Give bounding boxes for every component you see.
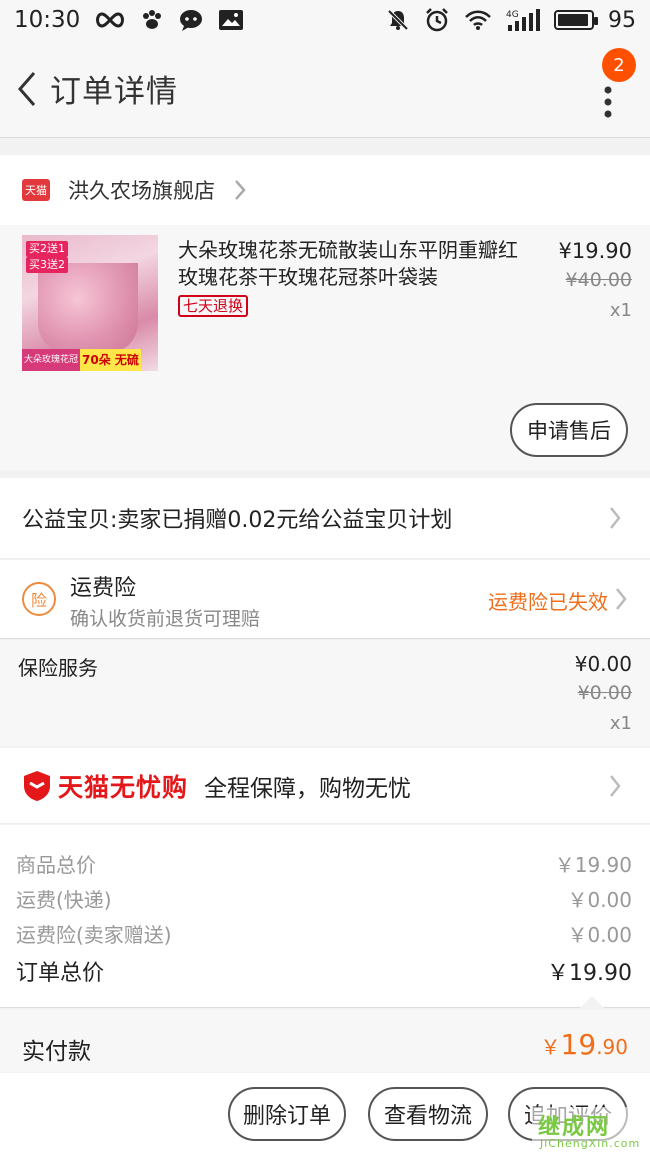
status-bar: 10:30 4G 95 [0, 0, 650, 40]
worry-free-text: 全程保障，购物无忧 [204, 775, 412, 802]
battery-level: 95 [608, 7, 636, 33]
charity-row[interactable]: 公益宝贝:卖家已捐赠0.02元给公益宝贝计划 [0, 478, 650, 559]
shop-row[interactable]: 天猫 洪久农场旗舰店 [0, 155, 650, 225]
product-title: 大朵玫瑰花茶无硫散装山东平阴重瓣红玫瑰花茶干玫瑰花冠茶叶袋装 [178, 238, 518, 289]
service-quantity: x1 [609, 713, 632, 734]
chevron-right-icon [614, 586, 628, 612]
svg-text:4G: 4G [506, 10, 519, 20]
nav-bar: 订单详情 2 [0, 40, 650, 138]
summary-label: 运费险(卖家赠送) [16, 923, 172, 947]
summary-value: ￥19.90 [554, 853, 632, 877]
charity-text: 公益宝贝:卖家已捐赠0.02元给公益宝贝计划 [22, 508, 453, 533]
shop-name: 洪久农场旗舰店 [68, 179, 215, 203]
watermark-url: JiChengXin.com [540, 1137, 641, 1150]
battery-icon [554, 10, 598, 30]
product-price: ¥19.90 [558, 239, 632, 263]
tea-cup-image [38, 263, 138, 353]
summary-value: ￥0.00 [567, 888, 632, 912]
paid-amount-row: 实付款 ￥19.90 [0, 1010, 650, 1072]
summary-value: ￥0.00 [567, 923, 632, 947]
wifi-icon [464, 9, 492, 31]
chat-icon [178, 8, 204, 32]
order-total-label: 订单总价 [16, 961, 105, 986]
paid-label: 实付款 [22, 1039, 91, 1065]
notification-badge: 2 [602, 48, 636, 82]
back-button[interactable] [4, 59, 50, 119]
mute-bell-icon [386, 8, 410, 32]
chevron-right-icon [608, 773, 622, 799]
after-sale-button[interactable]: 申请售后 [510, 403, 628, 457]
insurance-title: 运费险 [70, 576, 137, 601]
paid-amount-integer: 19 [560, 1028, 597, 1061]
summary-row: 商品总价 ￥19.90 [16, 849, 632, 878]
product-item[interactable]: 买2送1 买3送2 大朵玫瑰花冠 70朵 无硫 大朵玫瑰花茶无硫散装山东平阴重瓣… [0, 225, 650, 470]
insurance-status: 运费险已失效 [488, 590, 608, 614]
chevron-right-icon [608, 505, 622, 531]
delete-order-button[interactable]: 删除订单 [228, 1087, 346, 1141]
product-quantity: x1 [609, 300, 632, 321]
divider-notch [580, 996, 604, 1008]
alarm-icon [424, 7, 450, 33]
order-total-row: 订单总价 ￥19.90 [16, 955, 632, 987]
summary-row: 运费(快递) ￥0.00 [16, 884, 632, 913]
thumb-caption-2: 70朵 无硫 [80, 349, 141, 371]
thumb-caption-1: 大朵玫瑰花冠 [22, 349, 81, 371]
more-vertical-icon [604, 86, 612, 118]
product-thumbnail[interactable]: 买2送1 买3送2 大朵玫瑰花冠 70朵 无硫 [22, 235, 158, 371]
paid-amount: ￥19.90 [541, 1028, 628, 1061]
infinity-icon [94, 10, 126, 30]
paid-currency: ￥ [540, 1035, 561, 1059]
paid-amount-decimal: .90 [596, 1035, 628, 1059]
order-total-value: ￥19.90 [547, 961, 632, 986]
paw-icon [140, 8, 164, 32]
status-time: 10:30 [14, 7, 81, 33]
insurance-service: 保险服务 ¥0.00 ¥0.00 x1 [0, 640, 650, 746]
signal-4g-icon: 4G [506, 8, 540, 32]
thumb-caption: 大朵玫瑰花冠 70朵 无硫 [22, 349, 158, 371]
service-original-price: ¥0.00 [577, 682, 632, 704]
summary-row: 运费险(卖家赠送) ￥0.00 [16, 919, 632, 948]
image-icon [218, 9, 244, 31]
tmall-icon: 天猫 [22, 179, 50, 201]
price-summary: 商品总价 ￥19.90 运费(快递) ￥0.00 运费险(卖家赠送) ￥0.00… [0, 825, 650, 1008]
product-original-price: ¥40.00 [565, 269, 632, 291]
summary-label: 商品总价 [16, 853, 96, 877]
insurance-icon: 险 [22, 582, 56, 616]
chevron-right-icon [233, 178, 247, 202]
service-label: 保险服务 [18, 656, 98, 680]
watermark: 继成网 JiChengXin.com [532, 1107, 650, 1155]
insurance-subtitle: 确认收货前退货可理赔 [70, 608, 261, 630]
page-title: 订单详情 [50, 74, 178, 110]
worry-free-row[interactable]: 天猫无忧购 全程保障，购物无忧 [0, 748, 650, 824]
summary-label: 运费(快递) [16, 888, 112, 912]
worry-free-brand: 天猫无忧购 [58, 772, 189, 802]
thumb-promo-tag: 买3送2 [26, 257, 68, 273]
shield-icon [22, 770, 52, 802]
action-bar: 删除订单 查看物流 追加评价 继成网 JiChengXin.com [0, 1073, 650, 1155]
back-arrow-icon [18, 71, 36, 106]
shipping-insurance-row[interactable]: 险 运费险 确认收货前退货可理赔 运费险已失效 [0, 560, 650, 639]
return-policy-tag: 七天退换 [178, 295, 249, 317]
thumb-promo-tag: 买2送1 [26, 241, 68, 257]
service-price: ¥0.00 [574, 652, 632, 676]
view-logistics-button[interactable]: 查看物流 [368, 1087, 488, 1141]
